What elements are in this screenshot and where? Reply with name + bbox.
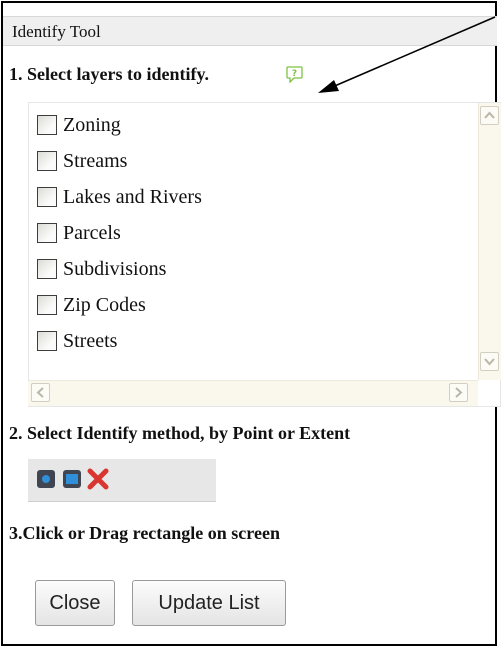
identify-extent-icon[interactable] xyxy=(62,469,82,489)
identify-point-icon[interactable] xyxy=(36,469,56,489)
scroll-up-button[interactable] xyxy=(480,106,499,125)
horizontal-scrollbar[interactable] xyxy=(28,380,478,406)
layer-checkbox[interactable] xyxy=(37,151,57,171)
chevron-down-icon xyxy=(484,358,495,366)
layer-item-streets[interactable]: Streets xyxy=(37,329,117,353)
layer-label: Streets xyxy=(63,330,118,352)
layer-item-subdivisions[interactable]: Subdivisions xyxy=(37,257,166,281)
layer-label: Lakes and Rivers xyxy=(63,186,202,208)
callout-arrow-icon xyxy=(318,16,496,93)
layer-checkbox[interactable] xyxy=(37,223,57,243)
chevron-right-icon xyxy=(455,387,463,398)
layer-label: Subdivisions xyxy=(63,258,167,280)
layer-item-zip-codes[interactable]: Zip Codes xyxy=(37,293,146,317)
layer-label: Parcels xyxy=(63,222,121,244)
layer-checkbox[interactable] xyxy=(37,331,57,351)
layer-label: Zip Codes xyxy=(63,294,146,316)
identify-method-toolbar xyxy=(28,459,216,502)
scroll-left-button[interactable] xyxy=(31,383,50,402)
step1-heading: 1. Select layers to identify. xyxy=(9,64,209,84)
layer-list xyxy=(28,102,501,407)
layer-label: Streams xyxy=(63,150,128,172)
close-button[interactable]: Close xyxy=(35,580,115,626)
vertical-scrollbar[interactable] xyxy=(478,103,501,380)
layer-checkbox[interactable] xyxy=(37,187,57,207)
update-list-button[interactable]: Update List xyxy=(132,580,286,626)
layer-checkbox[interactable] xyxy=(37,295,57,315)
layer-checkbox[interactable] xyxy=(37,115,57,135)
step3-heading: 3.Click or Drag rectangle on screen xyxy=(9,523,280,543)
layer-item-zoning[interactable]: Zoning xyxy=(37,113,121,137)
svg-text:?: ? xyxy=(292,69,297,79)
layer-label: Zoning xyxy=(63,114,121,136)
chevron-left-icon xyxy=(36,387,44,398)
layer-item-streams[interactable]: Streams xyxy=(37,149,127,173)
layer-item-parcels[interactable]: Parcels xyxy=(37,221,121,245)
clear-selection-icon[interactable] xyxy=(86,467,110,491)
layer-checkbox[interactable] xyxy=(37,259,57,279)
chevron-up-icon xyxy=(484,111,495,119)
step2-heading: 2. Select Identify method, by Point or E… xyxy=(9,423,351,443)
scroll-right-button[interactable] xyxy=(449,383,468,402)
layer-item-lakes-and-rivers[interactable]: Lakes and Rivers xyxy=(37,185,202,209)
help-speech-bubble-icon[interactable]: ? xyxy=(286,66,303,83)
scroll-down-button[interactable] xyxy=(480,352,499,371)
